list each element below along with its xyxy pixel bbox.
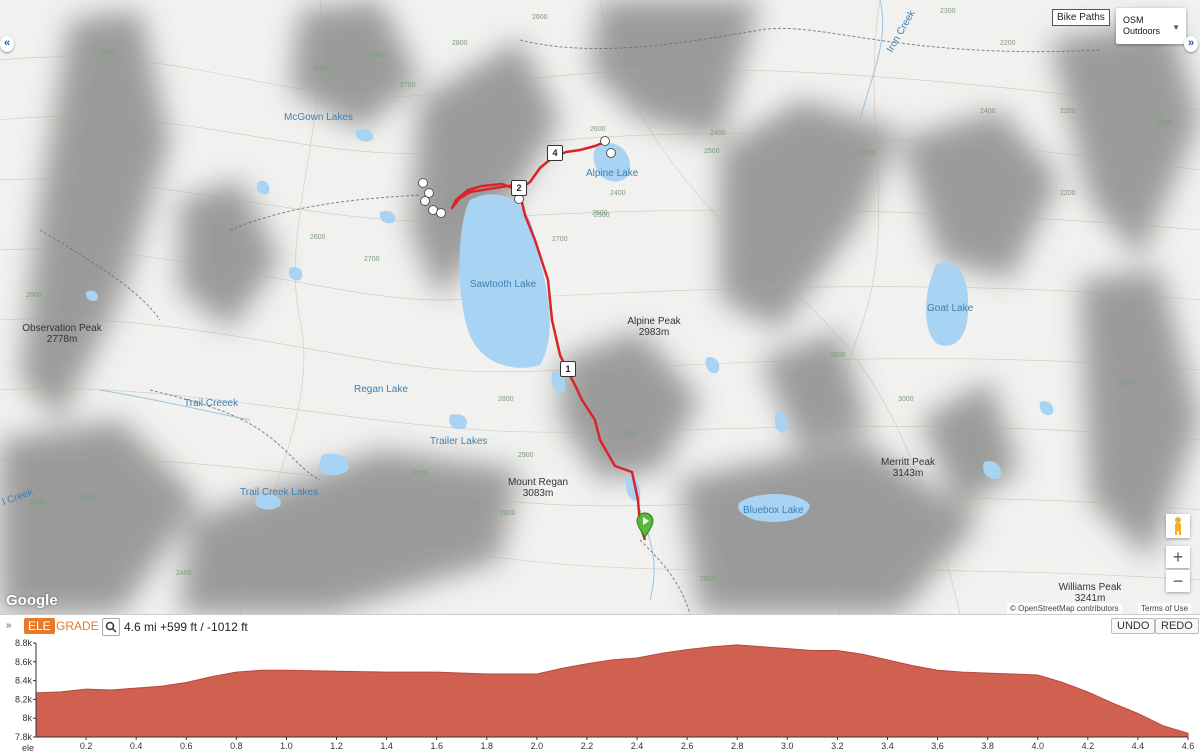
x-tick-label: 3.6 (931, 741, 944, 751)
x-tick-label: 4.4 (1132, 741, 1145, 751)
y-tick-label: 8.4k (15, 676, 33, 686)
google-logo: Google (6, 592, 58, 609)
x-tick-label: 3.0 (781, 741, 794, 751)
ele-tab[interactable]: ELE (24, 618, 55, 634)
profile-toolbar: » ELE GRADE 4.6 mi +599 ft / -1012 ft UN… (0, 617, 1200, 637)
x-tick-label: 2.2 (581, 741, 594, 751)
basemap-select[interactable]: OSM Outdoors ▼ (1116, 8, 1186, 44)
terms-link[interactable]: Terms of Use (1138, 603, 1192, 614)
left-panel-toggle[interactable]: « (0, 36, 14, 52)
map-view[interactable]: 2700 2500 2600 2400 2800 2600 2300 2200 … (0, 0, 1200, 614)
undo-button[interactable]: UNDO (1111, 618, 1156, 634)
x-tick-label: 3.2 (831, 741, 844, 751)
x-tick-label: 0.6 (180, 741, 193, 751)
route-marker-2[interactable]: 2 (511, 180, 527, 196)
start-pin-icon[interactable] (636, 512, 654, 538)
x-tick-label: 1.0 (280, 741, 293, 751)
x-tick-label: 0.8 (230, 741, 243, 751)
route-stats: 4.6 mi +599 ft / -1012 ft (124, 620, 248, 634)
x-tick-label: 1.4 (380, 741, 393, 751)
zoom-in-button[interactable]: + (1166, 546, 1190, 568)
right-panel-toggle[interactable]: » (1184, 36, 1198, 52)
waypoint[interactable] (600, 136, 610, 146)
y-tick-label: 7.8k (15, 732, 33, 742)
x-tick-label: 3.4 (881, 741, 894, 751)
redo-button[interactable]: REDO (1155, 618, 1199, 634)
map-terrain (0, 0, 1200, 614)
x-tick-label: 2.0 (531, 741, 544, 751)
y-tick-label: 8.2k (15, 694, 33, 704)
waypoint[interactable] (420, 196, 430, 206)
waypoint[interactable] (418, 178, 428, 188)
x-tick-label: 4.2 (1082, 741, 1095, 751)
x-tick-label: 1.8 (481, 741, 494, 751)
elevation-chart[interactable]: 8.8k 8.6k 8.4k 8.2k 8k 7.8k 0.2 0.4 0.6 0.8 1.0 1.2… (0, 637, 1200, 753)
waypoint[interactable] (436, 208, 446, 218)
elevation-area (35, 644, 1189, 738)
chevron-down-icon: ▼ (1172, 23, 1180, 32)
collapse-profile-button[interactable]: » (6, 620, 12, 631)
y-tick-label: 8k (22, 713, 32, 723)
y-tick-label: 8.8k (15, 638, 33, 648)
x-tick-label: 4.6 (1182, 741, 1195, 751)
grade-tab[interactable]: GRADE (56, 619, 99, 633)
x-tick-label: 3.8 (981, 741, 994, 751)
y-tick-label: 8.6k (15, 657, 33, 667)
x-tick-label: 1.2 (330, 741, 343, 751)
route-marker-4[interactable]: 4 (547, 145, 563, 161)
x-tick-label: 2.4 (631, 741, 644, 751)
x-tick-label: 1.6 (430, 741, 443, 751)
x-tick-label: 0.4 (130, 741, 143, 751)
x-tick-label: 0.2 (80, 741, 93, 751)
route-marker-1[interactable]: 1 (560, 361, 576, 377)
zoom-out-button[interactable]: − (1166, 570, 1190, 592)
x-tick-label: 2.8 (731, 741, 744, 751)
magnifier-icon[interactable] (102, 618, 120, 636)
x-tick-label: 2.6 (681, 741, 694, 751)
waypoint[interactable] (606, 148, 616, 158)
street-view-pegman-icon[interactable] (1166, 514, 1190, 538)
map-attribution: © OpenStreetMap contributors (1007, 603, 1122, 614)
bike-paths-button[interactable]: Bike Paths (1052, 9, 1110, 26)
elevation-profile-panel: » ELE GRADE 4.6 mi +599 ft / -1012 ft UN… (0, 614, 1200, 753)
x-tick-label: 4.0 (1031, 741, 1044, 751)
